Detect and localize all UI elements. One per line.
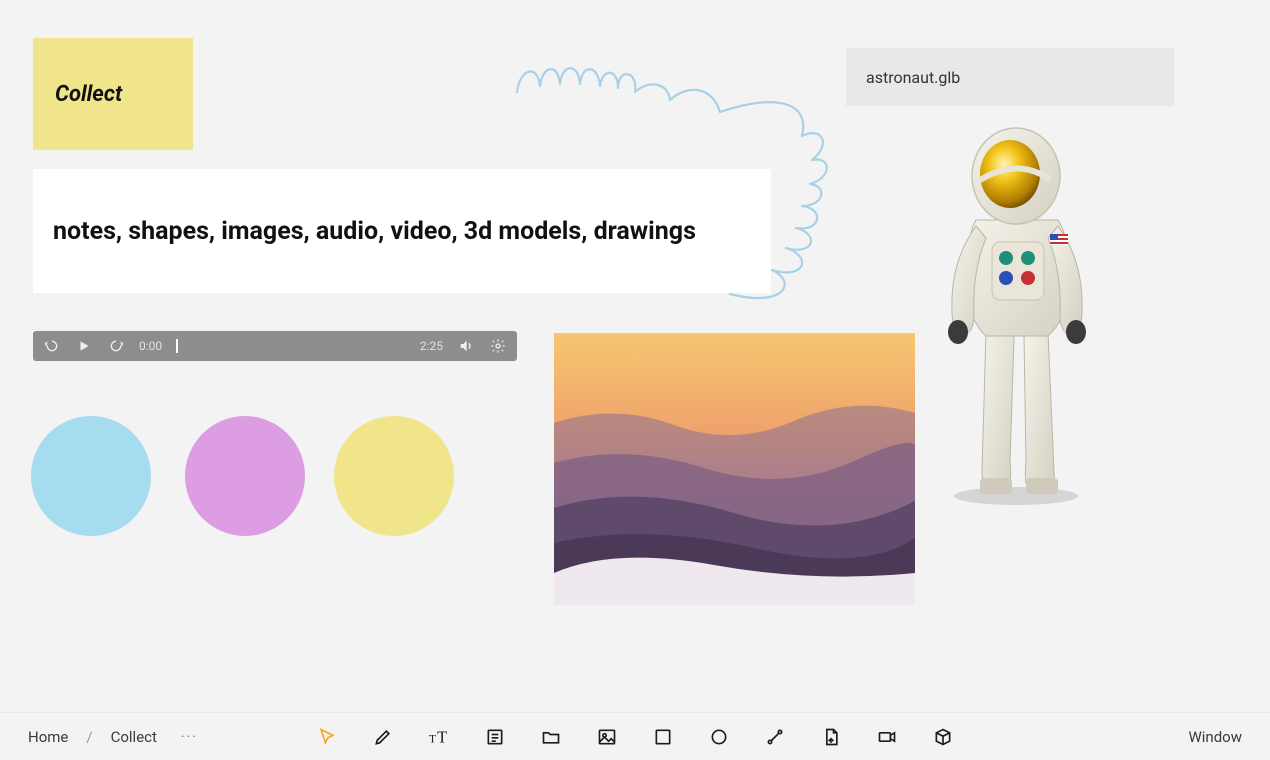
shape-circle-pink[interactable] [185, 416, 305, 536]
breadcrumb-separator: / [86, 728, 92, 746]
toolbar: TT [316, 726, 954, 748]
circle-tool-icon[interactable] [708, 726, 730, 748]
svg-text:T: T [429, 731, 437, 745]
audio-playhead[interactable] [176, 339, 178, 353]
sticky-title: Collect [55, 82, 122, 107]
play-icon[interactable] [75, 337, 93, 355]
text-tool-icon[interactable]: TT [428, 726, 450, 748]
breadcrumb-home[interactable]: Home [28, 728, 68, 746]
connector-tool-icon[interactable] [764, 726, 786, 748]
image-mountains-sunset[interactable] [554, 333, 915, 605]
bottom-bar: Home / Collect ··· TT [0, 712, 1270, 760]
settings-gear-icon[interactable] [489, 337, 507, 355]
rewind-15-icon[interactable] [43, 337, 61, 355]
volume-icon[interactable] [457, 337, 475, 355]
shape-circle-yellow[interactable] [334, 416, 454, 536]
forward-15-icon[interactable] [107, 337, 125, 355]
audio-player[interactable]: 0:00 2:25 [33, 331, 517, 361]
draw-tool-icon[interactable] [372, 726, 394, 748]
breadcrumb: Home / Collect ··· [28, 728, 198, 746]
note-tool-icon[interactable] [484, 726, 506, 748]
shape-circle-blue[interactable] [31, 416, 151, 536]
window-menu[interactable]: Window [1188, 728, 1242, 746]
file-tool-icon[interactable] [820, 726, 842, 748]
sticky-note[interactable]: Collect [33, 38, 193, 150]
text-card[interactable]: notes, shapes, images, audio, video, 3d … [33, 169, 771, 293]
file-chip[interactable]: astronaut.glb [846, 48, 1174, 106]
model3d-astronaut[interactable] [928, 122, 1104, 506]
rect-tool-icon[interactable] [652, 726, 674, 748]
cursor-tool-icon[interactable] [316, 726, 338, 748]
model3d-tool-icon[interactable] [932, 726, 954, 748]
video-tool-icon[interactable] [876, 726, 898, 748]
audio-duration: 2:25 [420, 339, 443, 353]
folder-tool-icon[interactable] [540, 726, 562, 748]
window-menu-label: Window [1188, 728, 1242, 746]
text-card-content: notes, shapes, images, audio, video, 3d … [53, 217, 696, 246]
svg-text:T: T [437, 727, 447, 746]
file-name: astronaut.glb [866, 68, 960, 87]
canvas[interactable]: Collect notes, shapes, images, audio, vi… [0, 0, 1270, 712]
breadcrumb-current[interactable]: Collect [111, 728, 157, 746]
audio-current-time: 0:00 [139, 339, 162, 353]
image-tool-icon[interactable] [596, 726, 618, 748]
breadcrumb-more-icon[interactable]: ··· [181, 729, 198, 745]
